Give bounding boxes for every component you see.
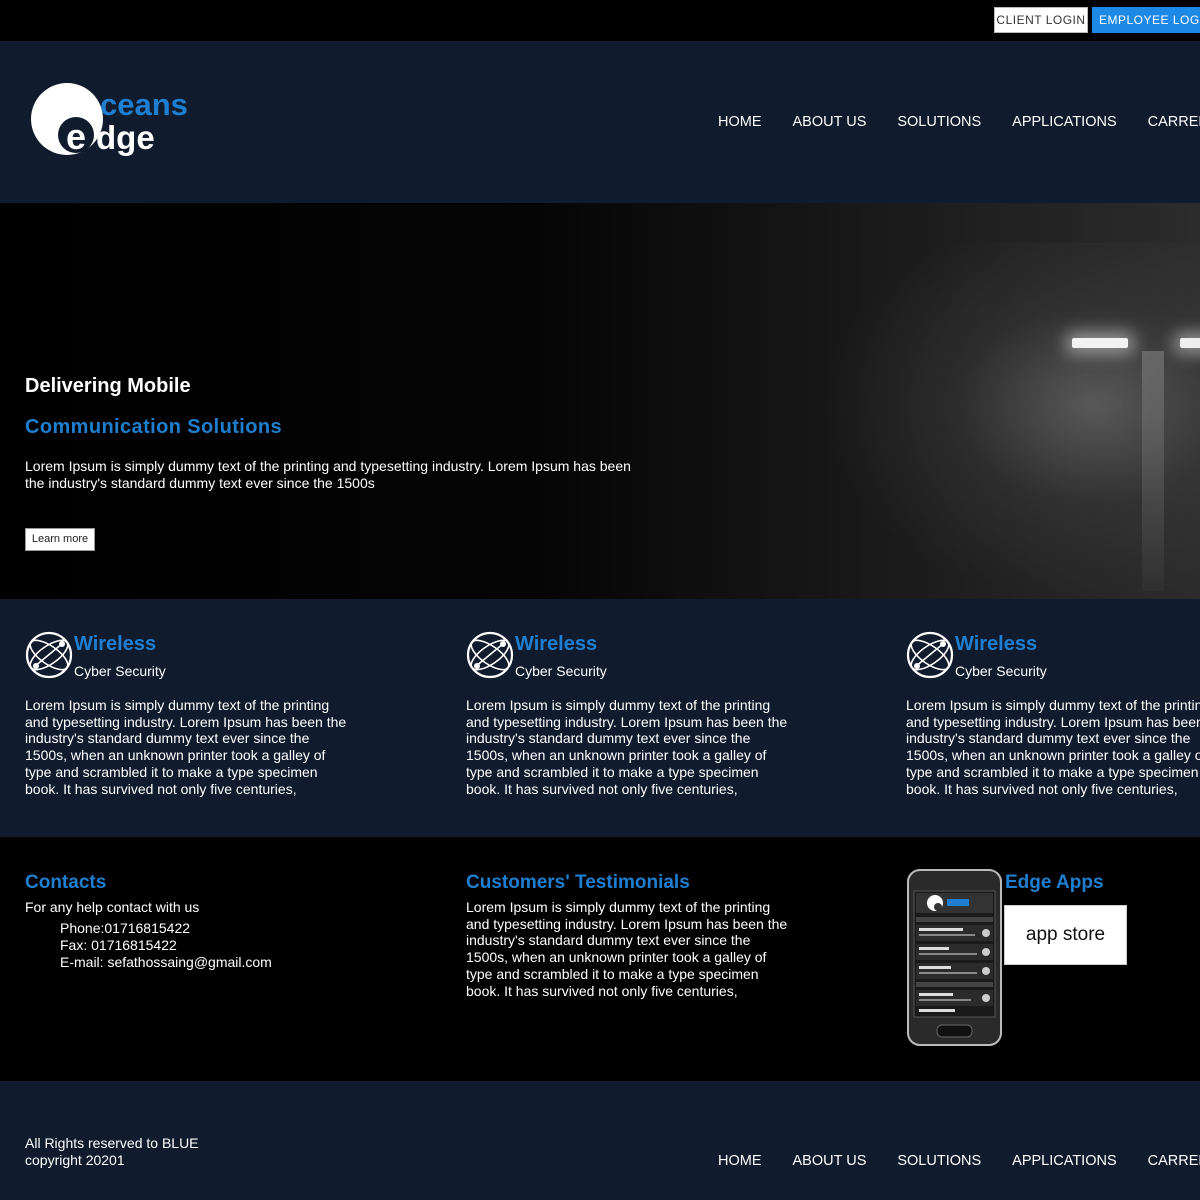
site-header: ceans e dge HOME ABOUT US SOLUTIONS APPLICA… [0, 41, 1200, 203]
globe-satellite-icon [906, 631, 954, 679]
nav-item-carrer[interactable]: CARRER [1148, 114, 1200, 130]
apps-title: Edge Apps [1005, 872, 1104, 893]
footer-nav-item-carrer[interactable]: CARRER [1148, 1153, 1200, 1169]
client-login-button[interactable]: CLIENT LOGIN [994, 7, 1088, 33]
logo-text-edge: dge [96, 119, 155, 156]
copyright-text: All Rights reserved to BLUE copyright 20… [25, 1135, 199, 1169]
nav-item-solutions[interactable]: SOLUTIONS [897, 114, 981, 130]
globe-satellite-icon [466, 631, 514, 679]
logo-text-oceans: ceans [100, 87, 188, 122]
contact-phone: Phone:01716815422 [60, 920, 191, 936]
footer-nav-item-about-us[interactable]: ABOUT US [793, 1153, 867, 1169]
testimonials-title: Customers' Testimonials [466, 872, 690, 893]
oceans-edge-logo[interactable]: ceans e dge [30, 83, 210, 161]
contacts-list: Phone:01716815422 Fax: 01716815422 E-mai… [60, 920, 272, 971]
employee-login-button[interactable]: EMPLOYEE LOGIN [1092, 7, 1200, 33]
contacts-intro: For any help contact with us [25, 899, 200, 915]
feature-title: Wireless [515, 633, 598, 655]
hero-banner: Delivering Mobile Communication Solution… [0, 203, 1200, 599]
features-section: Wireless Cyber Security Lorem Ipsum is s… [0, 599, 1200, 837]
contact-email[interactable]: E-mail: sefathossaing@gmail.com [60, 954, 272, 971]
logo-letter-e: e [66, 116, 86, 157]
contacts-title: Contacts [25, 872, 107, 893]
footer-nav-item-applications[interactable]: APPLICATIONS [1012, 1153, 1116, 1169]
learn-more-button[interactable]: Learn more [25, 528, 95, 551]
feature-subtitle: Cyber Security [955, 663, 1047, 679]
app-store-button[interactable]: app store [1004, 905, 1127, 965]
copyright-line: copyright 20201 [25, 1152, 125, 1168]
hero-subtitle: Communication Solutions [25, 416, 282, 438]
feature-text: Lorem Ipsum is simply dummy text of the … [906, 697, 1200, 797]
nav-item-about-us[interactable]: ABOUT US [793, 114, 867, 130]
smartphone-image [907, 869, 1002, 1046]
feature-title: Wireless [955, 633, 1038, 655]
feature-title: Wireless [74, 633, 157, 655]
footer-nav-item-home[interactable]: HOME [718, 1153, 762, 1169]
info-section: Contacts For any help contact with us Ph… [0, 837, 1200, 1081]
nav-item-applications[interactable]: APPLICATIONS [1012, 114, 1116, 130]
street-lamp-light [1072, 338, 1128, 348]
top-bar: CLIENT LOGIN EMPLOYEE LOGIN [0, 0, 1200, 41]
rights-line: All Rights reserved to BLUE [25, 1135, 199, 1151]
footer-nav: HOME ABOUT US SOLUTIONS APPLICATIONS CARRER [718, 1153, 1200, 1169]
hero-text: Lorem Ipsum is simply dummy text of the … [25, 458, 631, 491]
street-lamp-light [1180, 338, 1200, 348]
contact-fax: Fax: 01716815422 [60, 937, 177, 953]
nav-item-home[interactable]: HOME [718, 114, 762, 130]
site-footer: All Rights reserved to BLUE copyright 20… [0, 1081, 1200, 1200]
feature-subtitle: Cyber Security [74, 663, 166, 679]
street-lamp-pole [1142, 351, 1164, 591]
feature-text: Lorem Ipsum is simply dummy text of the … [25, 697, 347, 797]
testimonials-text: Lorem Ipsum is simply dummy text of the … [466, 899, 788, 999]
feature-subtitle: Cyber Security [515, 663, 607, 679]
globe-satellite-icon [25, 631, 73, 679]
footer-nav-item-solutions[interactable]: SOLUTIONS [897, 1153, 981, 1169]
main-nav: HOME ABOUT US SOLUTIONS APPLICATIONS CARRER [718, 114, 1200, 130]
hero-title: Delivering Mobile [25, 375, 191, 397]
feature-text: Lorem Ipsum is simply dummy text of the … [466, 697, 788, 797]
